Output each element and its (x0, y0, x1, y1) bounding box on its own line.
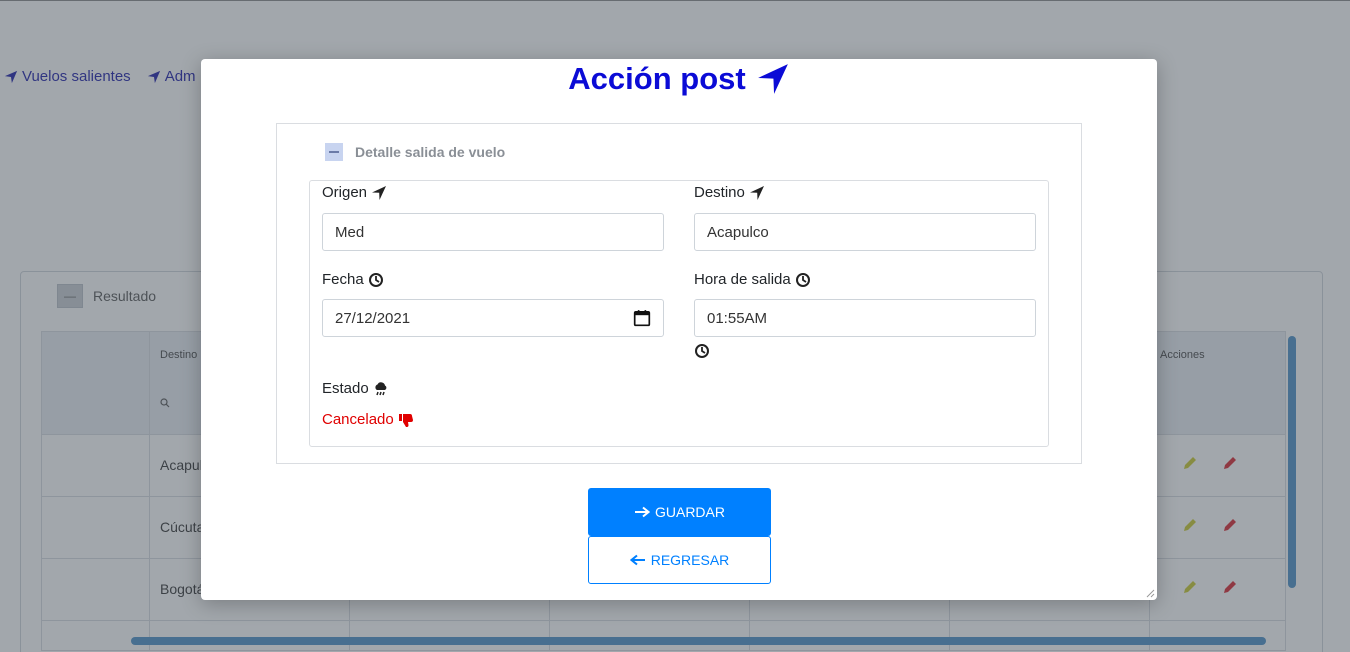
destino-input[interactable]: Acapulco (694, 213, 1036, 251)
thumbs-down-icon (398, 413, 413, 427)
fecha-date-input[interactable]: 27/12/2021 (322, 299, 664, 337)
back-button[interactable]: REGRESAR (588, 536, 771, 584)
flight-detail-modal: Acción post Detalle salida de vuelo Orig… (201, 59, 1157, 600)
flight-form: Origen Med Destino Acapulco Fecha 27/12/… (309, 180, 1049, 447)
fieldset-legend: Detalle salida de vuelo (325, 143, 505, 161)
fecha-label: Fecha (322, 271, 384, 288)
origen-input[interactable]: Med (322, 213, 664, 251)
cloud-rain-icon (375, 381, 387, 395)
save-button[interactable]: GUARDAR (588, 488, 771, 536)
arrow-right-icon (634, 506, 650, 518)
history-icon (368, 272, 383, 287)
origen-label: Origen (322, 184, 387, 201)
history-icon (695, 344, 709, 358)
resize-handle[interactable] (1145, 588, 1155, 598)
location-arrow-icon (757, 64, 788, 94)
history-icon (795, 272, 810, 287)
arrow-left-icon (629, 554, 645, 566)
calendar-icon[interactable] (633, 309, 651, 327)
modal-title-text: Acción post (568, 61, 746, 96)
collapse-toggle-button[interactable] (325, 143, 343, 161)
fieldset-legend-text: Detalle salida de vuelo (355, 144, 506, 160)
estado-label: Estado (322, 380, 389, 397)
location-arrow-icon (372, 185, 387, 200)
estado-status: Cancelado (322, 411, 414, 428)
location-arrow-icon (749, 185, 764, 200)
hora-time-input[interactable]: 01:55AM (694, 299, 1036, 337)
flight-detail-fieldset: Detalle salida de vuelo Origen Med Desti… (276, 123, 1082, 464)
destino-label: Destino (694, 184, 765, 201)
hora-label: Hora de salida (694, 271, 811, 288)
modal-title: Acción post (201, 61, 1157, 97)
